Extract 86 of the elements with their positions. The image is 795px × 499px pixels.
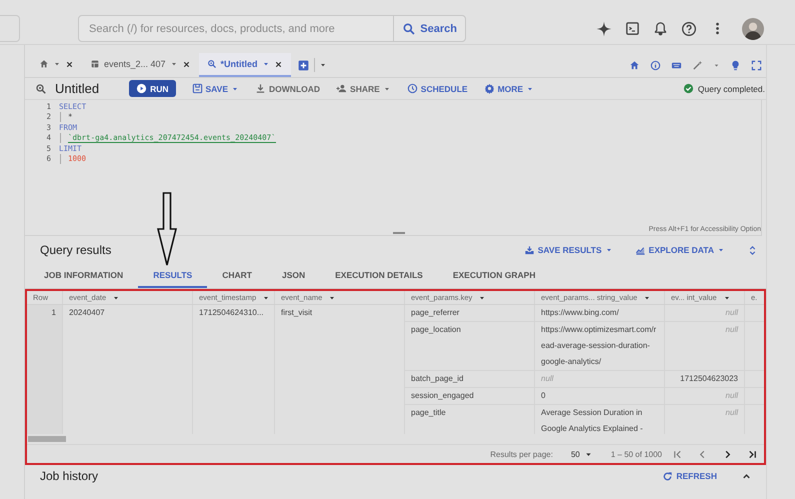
tab-label[interactable]: *Untitled bbox=[220, 59, 258, 69]
table-cell: 20240407 bbox=[63, 305, 193, 434]
search-button[interactable]: Search bbox=[394, 16, 465, 41]
table-cell: Average Session Duration in Google Analytics Explained - bbox=[535, 405, 665, 434]
info-icon[interactable] bbox=[650, 60, 661, 70]
table-cell: batch_page_id bbox=[405, 371, 535, 387]
editor-tab[interactable]: events_2... 407 bbox=[82, 53, 199, 77]
results-tab[interactable]: JOB INFORMATION bbox=[29, 264, 138, 288]
last-page-icon[interactable] bbox=[747, 448, 758, 460]
table-cell: first_visit bbox=[275, 305, 405, 434]
share-button[interactable]: SHARE bbox=[336, 83, 391, 94]
caret-icon bbox=[717, 246, 725, 254]
results-tab[interactable]: CHART bbox=[207, 264, 267, 288]
per-page-select[interactable]: 50 bbox=[570, 450, 593, 458]
help-icon[interactable] bbox=[681, 20, 697, 36]
new-tab-icon[interactable] bbox=[296, 58, 310, 72]
clock-icon bbox=[406, 83, 418, 94]
bulb-icon[interactable] bbox=[730, 60, 741, 70]
home-icon[interactable] bbox=[629, 60, 640, 70]
table-cell: 1 bbox=[27, 305, 63, 434]
table-cell: null bbox=[665, 405, 745, 434]
table-cell: 0 bbox=[535, 388, 665, 404]
caret-icon[interactable] bbox=[53, 60, 61, 68]
first-page-icon[interactable] bbox=[672, 448, 683, 460]
fullscreen-icon[interactable] bbox=[751, 60, 762, 70]
table-cell: null bbox=[665, 388, 745, 404]
table-cell: https://www.optimizesmart.com/read-average-session-duration-google-analytics/ bbox=[535, 322, 665, 370]
gear-icon bbox=[484, 83, 495, 94]
more-button[interactable]: MORE bbox=[484, 83, 534, 94]
table-cell: session_engaged bbox=[405, 388, 535, 404]
expand-icon[interactable] bbox=[747, 244, 758, 256]
play-icon bbox=[136, 83, 148, 94]
search-icon bbox=[402, 22, 416, 36]
close-icon[interactable] bbox=[274, 60, 283, 68]
job-history-title: Job history bbox=[40, 469, 100, 483]
query-icon bbox=[206, 59, 217, 69]
page-range: 1 – 50 of 1000 bbox=[610, 450, 662, 458]
results-tab[interactable]: EXECUTION GRAPH bbox=[438, 264, 550, 288]
results-tab[interactable]: EXECUTION DETAILS bbox=[320, 264, 438, 288]
table-cell: page_location bbox=[405, 322, 535, 370]
download-icon bbox=[255, 83, 266, 94]
table-icon bbox=[90, 59, 100, 69]
table-cell: page_referrer bbox=[405, 305, 535, 321]
table-cell: 1712504623023 bbox=[665, 371, 745, 387]
table-cell: null bbox=[665, 305, 745, 321]
wand-icon[interactable] bbox=[692, 60, 703, 70]
download-button[interactable]: DOWNLOAD bbox=[255, 83, 320, 94]
close-icon[interactable] bbox=[65, 60, 74, 68]
save-button[interactable]: SAVE bbox=[192, 83, 240, 94]
person-add-icon bbox=[336, 83, 348, 94]
results-title: Query results bbox=[40, 243, 112, 257]
search-field[interactable]: Search (/) for resources, docs, products, and more Search bbox=[78, 15, 466, 42]
results-tab[interactable]: JSON bbox=[266, 264, 320, 288]
resize-handle[interactable] bbox=[393, 232, 405, 234]
close-icon[interactable] bbox=[182, 60, 191, 68]
explore-data-button[interactable]: EXPLORE DATA bbox=[634, 244, 725, 256]
terminal-icon[interactable] bbox=[625, 21, 640, 36]
status-text: Query completed. bbox=[698, 84, 765, 94]
avatar[interactable] bbox=[742, 18, 764, 40]
schedule-button[interactable]: SCHEDULE bbox=[406, 83, 468, 94]
caret-icon bbox=[604, 246, 613, 254]
caret-icon[interactable] bbox=[170, 60, 178, 68]
refresh-button[interactable]: REFRESH bbox=[662, 470, 717, 482]
notifications-icon[interactable] bbox=[653, 21, 668, 36]
per-page-label: Results per page: bbox=[490, 450, 553, 458]
run-button[interactable]: RUN bbox=[129, 80, 176, 97]
check-icon bbox=[682, 83, 694, 94]
chart-icon bbox=[634, 244, 646, 256]
caret-icon[interactable] bbox=[262, 60, 270, 68]
table-cell: null bbox=[665, 322, 745, 370]
caret-icon[interactable] bbox=[318, 61, 327, 69]
scrollbar-thumb[interactable] bbox=[28, 436, 66, 442]
table-cell: page_title bbox=[405, 405, 535, 434]
query-icon bbox=[35, 82, 47, 94]
table-cell: https://www.bing.com/ bbox=[535, 305, 665, 321]
home-icon bbox=[39, 59, 49, 69]
sparkle-icon[interactable] bbox=[596, 20, 612, 36]
tab-label[interactable]: events_2... 407 bbox=[104, 59, 166, 69]
download-icon bbox=[524, 244, 535, 256]
query-title: Untitled bbox=[55, 81, 100, 96]
table-cell: null bbox=[535, 371, 665, 387]
table-cell: 1712504624310... bbox=[193, 305, 275, 434]
save-icon bbox=[192, 83, 202, 94]
editor-tab[interactable]: *Untitled bbox=[198, 53, 291, 77]
refresh-icon bbox=[662, 470, 674, 482]
save-results-button[interactable]: SAVE RESULTS bbox=[524, 244, 613, 256]
